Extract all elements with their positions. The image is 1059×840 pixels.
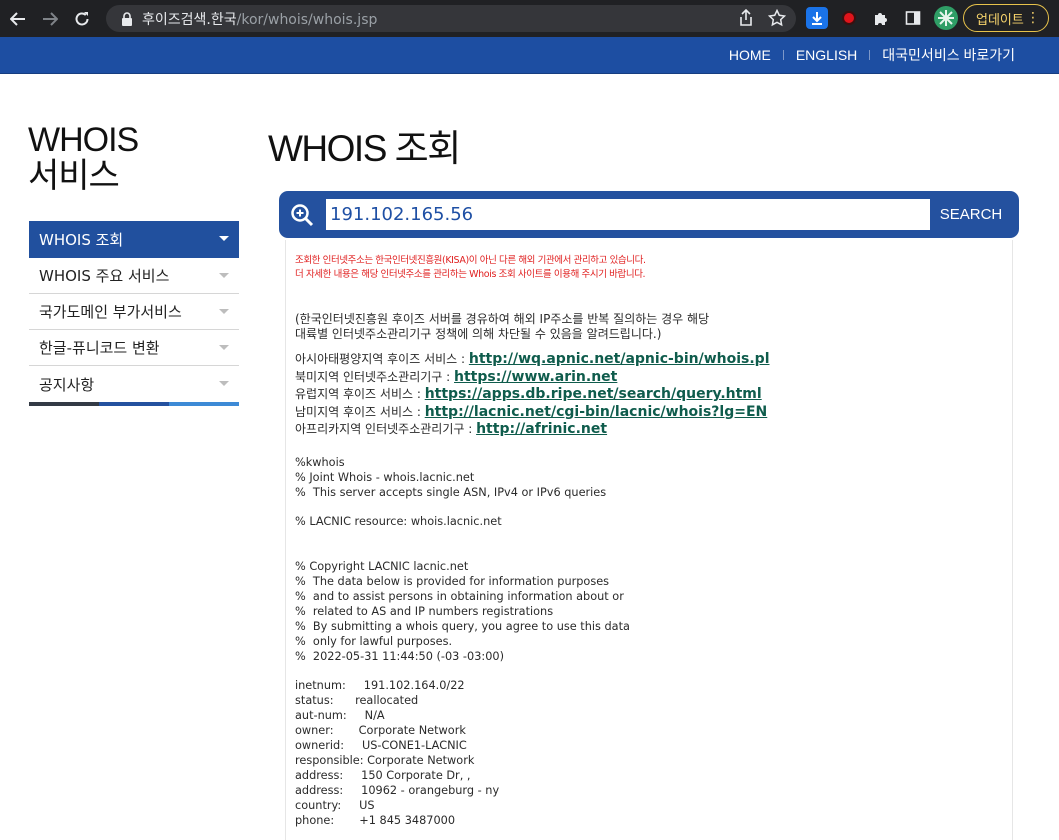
query-warning: (한국인터넷진흥원 후이즈 서버를 경유하여 해외 IP주소를 반복 질의하는 … — [295, 312, 1012, 342]
whois-header-block: %kwhois % Joint Whois - whois.lacnic.net… — [295, 455, 607, 499]
menu-bottom-border — [29, 402, 239, 406]
nav-divider — [782, 50, 784, 60]
public-service-link[interactable]: 대국민서비스 바로가기 — [882, 45, 1015, 65]
chevron-down-icon — [219, 236, 229, 241]
arrow-right-icon — [43, 11, 58, 26]
nav-divider — [869, 50, 871, 60]
profile-avatar-icon[interactable] — [934, 6, 958, 30]
sidebar-item-label: 공지사항 — [39, 375, 95, 394]
registry-label: 아시아태평양지역 후이즈 서비스 : — [295, 352, 469, 366]
sidebar-item-notices[interactable]: 공지사항 — [29, 366, 239, 402]
url-path: /kor/whois/whois.jsp — [236, 11, 378, 28]
warning-line: 대륙별 인터넷주소관리기구 정책에 의해 차단될 수 있음을 알려드립니다.) — [295, 327, 662, 341]
back-button[interactable] — [4, 5, 32, 33]
update-button[interactable]: 업데이트 ⋮ — [963, 4, 1049, 32]
arrow-left-icon — [10, 11, 25, 26]
forward-button[interactable] — [36, 5, 64, 33]
browser-toolbar: 후이즈검색.한국/kor/whois/whois.jsp 업데이트 ⋮ — [0, 0, 1059, 37]
registry-label: 아프리카지역 인터넷주소관리기구 : — [295, 422, 477, 436]
sidebar-item-label: WHOIS 조회 — [39, 231, 124, 249]
whois-result-panel: 조회한 인터넷주소는 한국인터넷진흥원(KISA)이 아닌 다른 해외 기관에서… — [285, 240, 1013, 840]
sidebar-item-whois-services[interactable]: WHOIS 주요 서비스 — [29, 258, 239, 294]
registry-list: 아시아태평양지역 후이즈 서비스 : http://wq.apnic.net/a… — [295, 351, 1012, 439]
address-bar[interactable]: 후이즈검색.한국/kor/whois/whois.jsp — [106, 5, 796, 32]
sidebar-title-line2: 서비스 — [28, 157, 120, 195]
chevron-down-icon — [219, 273, 229, 278]
registry-item: 남미지역 후이즈 서비스 : http://lacnic.net/cgi-bin… — [295, 404, 1012, 422]
search-bar: SEARCH — [279, 191, 1019, 238]
whois-copyright-block: % Copyright LACNIC lacnic.net % The data… — [295, 559, 630, 663]
registry-label: 남미지역 후이즈 서비스 : — [295, 404, 425, 419]
lock-icon — [116, 11, 138, 26]
chevron-down-icon — [219, 309, 229, 314]
sidebar-item-label: 국가도메인 부가서비스 — [39, 303, 182, 321]
arin-link[interactable]: https://www.arin.net — [454, 369, 617, 385]
site-top-bar: HOME ENGLISH 대국민서비스 바로가기 — [0, 37, 1059, 74]
chevron-down-icon — [219, 381, 229, 386]
side-panel-icon[interactable] — [902, 7, 924, 29]
reload-button[interactable] — [68, 5, 96, 33]
top-navigation: HOME ENGLISH 대국민서비스 바로가기 — [729, 37, 1015, 73]
registry-item: 북미지역 인터넷주소관리기구 : https://www.arin.net — [295, 369, 1012, 387]
home-link[interactable]: HOME — [729, 47, 771, 63]
search-button[interactable]: SEARCH — [931, 199, 1011, 230]
afrinic-link[interactable]: http://afrinic.net — [476, 421, 607, 437]
page-title: WHOIS 조회 — [268, 128, 461, 169]
notice-line: 더 자세한 내용은 해당 인터넷주소를 관리하는 Whois 조회 사이트를 이… — [295, 269, 646, 280]
registry-item: 아시아태평양지역 후이즈 서비스 : http://wq.apnic.net/a… — [295, 351, 1012, 369]
apnic-link[interactable]: http://wq.apnic.net/apnic-bin/whois.pl — [469, 351, 770, 367]
sidebar-item-label: 한글-퓨니코드 변환 — [39, 339, 160, 357]
sidebar-item-label: WHOIS 주요 서비스 — [39, 267, 170, 285]
registry-label: 북미지역 인터넷주소관리기구 : — [295, 369, 455, 384]
zoom-search-icon — [290, 203, 314, 231]
share-icon[interactable] — [738, 8, 754, 31]
reload-icon — [75, 11, 89, 25]
bookmark-star-icon[interactable] — [767, 8, 787, 31]
sidebar-item-punycode[interactable]: 한글-퓨니코드 변환 — [29, 330, 239, 366]
sidebar-item-domain-addons[interactable]: 국가도메인 부가서비스 — [29, 294, 239, 330]
more-vert-icon[interactable]: ⋮ — [1026, 9, 1040, 27]
record-extension-icon[interactable] — [838, 7, 860, 29]
sidebar-title-line1: WHOIS — [28, 121, 139, 159]
whois-record-block: inetnum: 191.102.164.0/22 status: reallo… — [295, 678, 500, 827]
english-link[interactable]: ENGLISH — [796, 47, 857, 63]
sidebar-menu: WHOIS 조회 WHOIS 주요 서비스 국가도메인 부가서비스 한글-퓨니코… — [29, 221, 239, 406]
sidebar-title: WHOIS 서비스 — [28, 122, 228, 194]
foreign-notice: 조회한 인터넷주소는 한국인터넷진흥원(KISA)이 아닌 다른 해외 기관에서… — [295, 254, 1012, 282]
sidebar-item-whois-lookup[interactable]: WHOIS 조회 — [29, 221, 239, 258]
chevron-down-icon — [219, 345, 229, 350]
ripe-link[interactable]: https://apps.db.ripe.net/search/query.ht… — [425, 386, 762, 402]
registry-label: 유럽지역 후이즈 서비스 : — [295, 387, 425, 401]
download-extension-icon[interactable] — [806, 7, 828, 29]
registry-item: 아프리카지역 인터넷주소관리기구 : http://afrinic.net — [295, 421, 1012, 439]
puzzle-extensions-icon[interactable] — [870, 7, 892, 29]
whois-resource-block: % LACNIC resource: whois.lacnic.net — [295, 514, 502, 528]
warning-line: (한국인터넷진흥원 후이즈 서버를 경유하여 해외 IP주소를 반복 질의하는 … — [295, 312, 710, 326]
update-label: 업데이트 — [976, 12, 1024, 28]
search-input[interactable] — [326, 199, 930, 230]
url-domain: 후이즈검색.한국 — [142, 11, 237, 28]
notice-line: 조회한 인터넷주소는 한국인터넷진흥원(KISA)이 아닌 다른 해외 기관에서… — [295, 255, 646, 266]
lacnic-link[interactable]: http://lacnic.net/cgi-bin/lacnic/whois?l… — [425, 404, 768, 420]
registry-item: 유럽지역 후이즈 서비스 : https://apps.db.ripe.net/… — [295, 386, 1012, 404]
url-text: 후이즈검색.한국/kor/whois/whois.jsp — [142, 9, 377, 29]
